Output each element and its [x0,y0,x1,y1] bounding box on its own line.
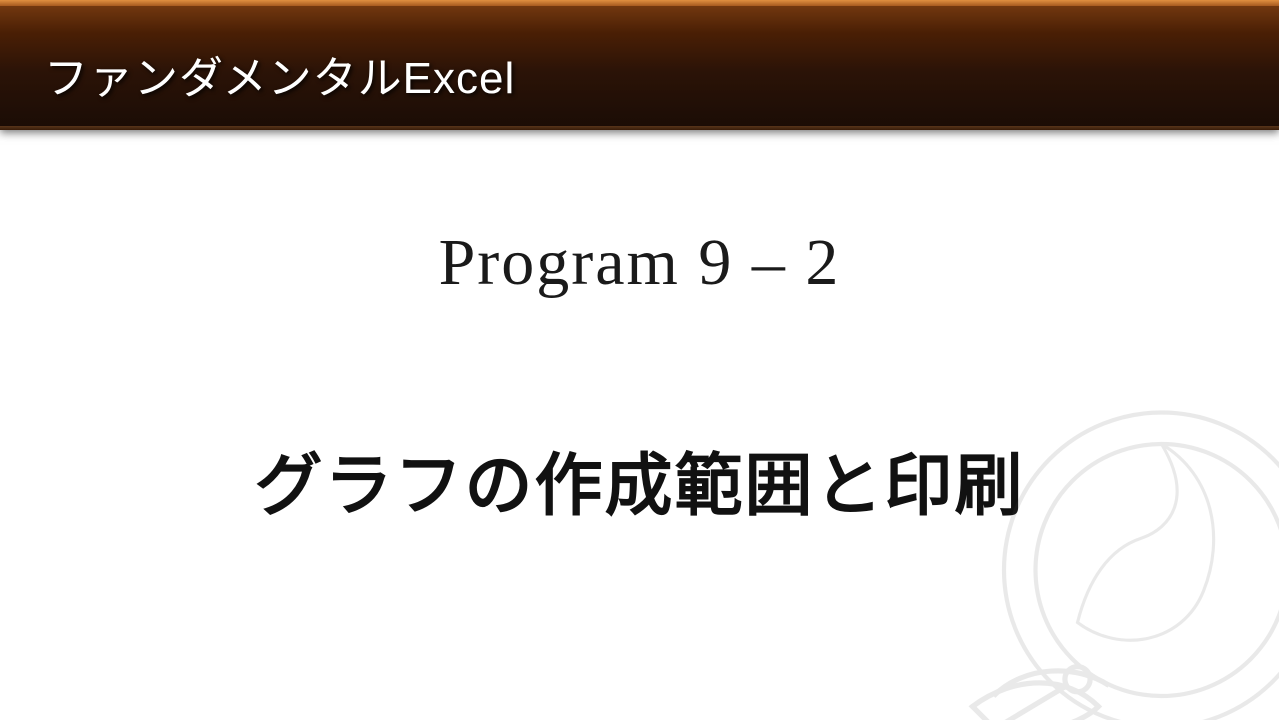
program-number: Program 9 – 2 [0,225,1279,301]
slide: ファンダメンタルExcel Program 9 – 2 グラフの作成範囲と印刷 [0,0,1279,720]
watermark-seal-icon [899,360,1279,720]
title-banner: ファンダメンタルExcel [0,0,1279,130]
lesson-subtitle: グラフの作成範囲と印刷 [0,430,1279,529]
course-title: ファンダメンタルExcel [44,42,515,106]
